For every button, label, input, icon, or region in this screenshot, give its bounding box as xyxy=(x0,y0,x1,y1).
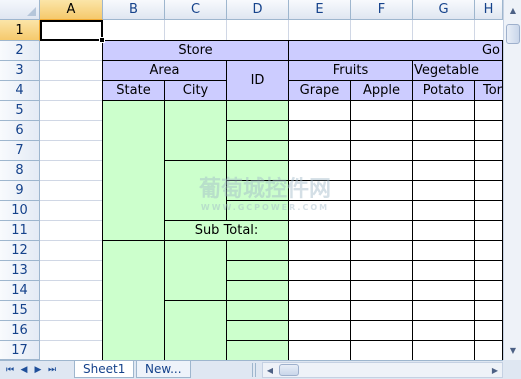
city-cell[interactable] xyxy=(164,300,227,360)
row-header-1[interactable]: 1 xyxy=(0,20,40,41)
apple-header[interactable]: Apple xyxy=(350,80,413,101)
id-cell[interactable] xyxy=(226,240,289,261)
store-header[interactable]: Store xyxy=(102,40,289,61)
row-header-12[interactable]: 12 xyxy=(0,241,40,261)
column-header-e[interactable]: E xyxy=(289,0,351,20)
id-cell[interactable] xyxy=(226,320,289,341)
watermark-text: 葡萄城控件网 xyxy=(198,176,331,202)
last-sheet-icon[interactable]: ⏭ xyxy=(46,363,58,377)
row-header-6[interactable]: 6 xyxy=(0,121,40,141)
data-grid-line xyxy=(288,120,503,121)
goods-header[interactable]: Go xyxy=(288,40,503,61)
city-cell[interactable] xyxy=(164,240,227,301)
scroll-left-icon[interactable]: ◀ xyxy=(263,363,277,377)
id-header[interactable]: ID xyxy=(226,60,289,101)
area-header[interactable]: Area xyxy=(102,60,227,81)
sheet-tab-bar: ⏮ ◀ ▶ ⏭ Sheet1 New... ◀ ▶ xyxy=(0,360,521,379)
id-cell[interactable] xyxy=(226,140,289,161)
watermark: 葡萄城控件网 WWW.GCPOWER.COM xyxy=(180,172,350,212)
data-grid-line xyxy=(288,160,503,161)
state-cell[interactable] xyxy=(102,100,165,241)
sheet-tab-sheet1[interactable]: Sheet1 xyxy=(74,361,135,378)
data-grid-line xyxy=(288,240,503,241)
tomato-header[interactable]: Tor xyxy=(474,80,503,101)
subtotal-label[interactable]: Sub Total: xyxy=(164,220,289,241)
data-grid-line xyxy=(288,220,503,221)
row-header-4[interactable]: 4 xyxy=(0,81,40,101)
column-header-f[interactable]: F xyxy=(351,0,413,20)
vegetables-header[interactable]: Vegetable xyxy=(412,60,503,81)
column-header-a[interactable]: A xyxy=(40,0,103,20)
state-cell[interactable] xyxy=(102,240,165,360)
column-header-d[interactable]: D xyxy=(227,0,289,20)
column-header-g[interactable]: G xyxy=(413,0,475,20)
fruits-header[interactable]: Fruits xyxy=(288,60,413,81)
city-cell[interactable] xyxy=(164,100,227,161)
select-all-corner[interactable] xyxy=(0,0,40,20)
id-cell[interactable] xyxy=(226,100,289,121)
row-header-8[interactable]: 8 xyxy=(0,161,40,181)
grape-header[interactable]: Grape xyxy=(288,80,351,101)
potato-header[interactable]: Potato xyxy=(412,80,475,101)
vertical-scroll-thumb[interactable] xyxy=(506,24,520,44)
horizontal-scroll-thumb[interactable] xyxy=(279,364,299,376)
spreadsheet-window: A B C D E F G H 1 2 3 4 5 6 7 8 9 10 11 … xyxy=(0,0,521,379)
sheet-tab-new[interactable]: New... xyxy=(136,361,191,378)
data-grid-line xyxy=(288,340,503,341)
row-header-11[interactable]: 11 xyxy=(0,221,40,241)
column-header-h[interactable]: H xyxy=(475,0,503,20)
size-grip xyxy=(503,360,521,379)
data-grid-line xyxy=(288,320,503,321)
row-header-9[interactable]: 9 xyxy=(0,181,40,201)
next-sheet-icon[interactable]: ▶ xyxy=(32,363,44,377)
row-header-14[interactable]: 14 xyxy=(0,281,40,301)
data-grid-line xyxy=(288,140,503,141)
city-header[interactable]: City xyxy=(164,80,227,101)
id-cell[interactable] xyxy=(226,120,289,141)
scroll-right-icon[interactable]: ▶ xyxy=(488,363,502,377)
row-header-17[interactable]: 17 xyxy=(0,341,40,360)
data-grid-line xyxy=(412,100,413,360)
id-cell[interactable] xyxy=(226,300,289,321)
id-cell[interactable] xyxy=(226,340,289,360)
active-cell-a1[interactable] xyxy=(40,20,103,41)
row-header-10[interactable]: 10 xyxy=(0,201,40,221)
horizontal-scrollbar[interactable]: ◀ ▶ xyxy=(262,362,503,378)
fill-handle[interactable] xyxy=(99,37,105,43)
row-header-7[interactable]: 7 xyxy=(0,141,40,161)
data-grid-line xyxy=(288,260,503,261)
watermark-url: WWW.GCPOWER.COM xyxy=(200,202,330,212)
id-cell[interactable] xyxy=(226,260,289,281)
row-header-5[interactable]: 5 xyxy=(0,101,40,121)
data-grid-line xyxy=(288,300,503,301)
row-header-16[interactable]: 16 xyxy=(0,321,40,341)
scroll-down-icon[interactable]: ▼ xyxy=(505,342,521,358)
row-header-13[interactable]: 13 xyxy=(0,261,40,281)
first-sheet-icon[interactable]: ⏮ xyxy=(4,363,16,377)
column-header-b[interactable]: B xyxy=(103,0,165,20)
tab-splitter[interactable] xyxy=(252,363,256,377)
data-grid-line xyxy=(350,100,351,360)
row-header-2[interactable]: 2 xyxy=(0,41,40,61)
scroll-up-icon[interactable]: ▲ xyxy=(505,2,521,18)
data-grid-line xyxy=(474,100,475,360)
state-header[interactable]: State xyxy=(102,80,165,101)
row-header-3[interactable]: 3 xyxy=(0,61,40,81)
row-header-15[interactable]: 15 xyxy=(0,301,40,321)
vertical-scrollbar[interactable]: ▲ ▼ xyxy=(503,0,521,360)
data-grid[interactable] xyxy=(288,100,503,360)
prev-sheet-icon[interactable]: ◀ xyxy=(18,363,30,377)
data-grid-line xyxy=(288,280,503,281)
column-header-c[interactable]: C xyxy=(165,0,227,20)
id-cell[interactable] xyxy=(226,280,289,301)
